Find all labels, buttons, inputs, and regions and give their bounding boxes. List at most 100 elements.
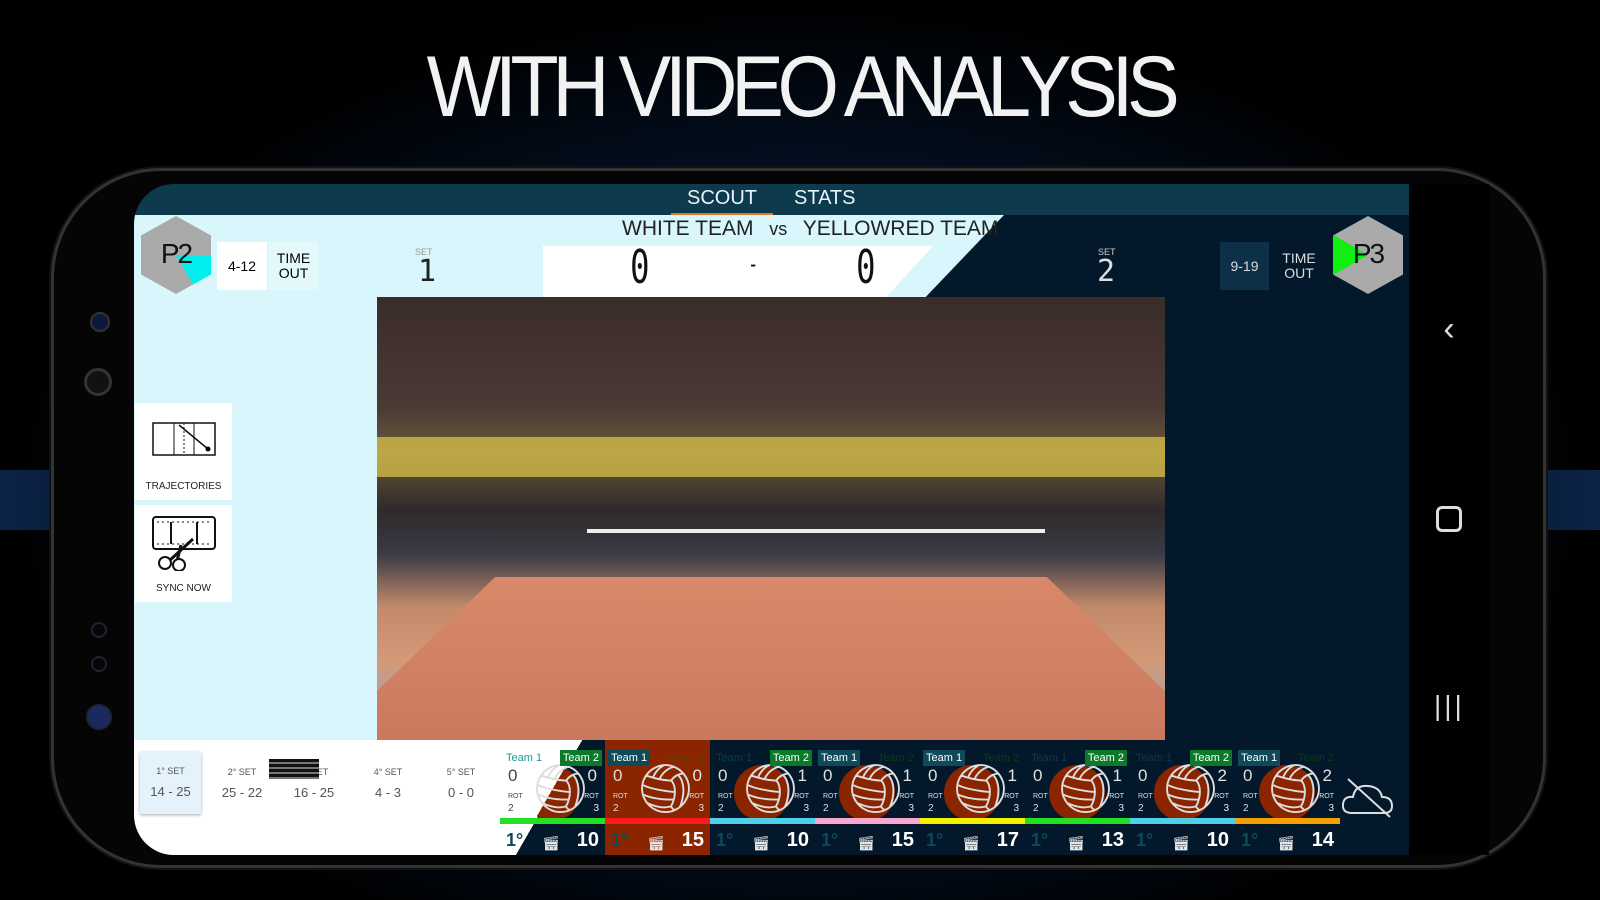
rally-card[interactable]: 🏐︎ Team 1 Team 2 0 1 ROT ROT 2 3 1° 🎬︎ 1… — [815, 740, 920, 855]
team1-rotation: 2 — [1033, 803, 1039, 814]
team2-score: 1 — [1007, 766, 1017, 785]
tab-scout[interactable]: SCOUT — [671, 187, 773, 217]
set-score: 14 - 25 — [150, 784, 191, 799]
left-timeout-button[interactable]: TIME OUT — [269, 242, 318, 290]
team1-tag[interactable]: Team 1 — [608, 750, 651, 766]
team1-rotation: 2 — [823, 803, 829, 814]
team1-rotation: 2 — [1243, 803, 1249, 814]
sensor-icon — [91, 622, 107, 638]
set-label: 1° SET — [156, 766, 185, 776]
team2-score: 1 — [902, 766, 912, 785]
set-5[interactable]: 5° SET 0 - 0 — [426, 767, 496, 800]
set-2[interactable]: 2° SET 25 - 22 — [207, 767, 277, 800]
team1-score: 0 — [1033, 766, 1043, 785]
right-timeout-button[interactable]: TIME OUT — [1274, 242, 1324, 290]
team2-tag[interactable]: Team 2 — [665, 750, 707, 766]
bottom-strip: 1° SET14 - 25 2° SET25 - 22 3° SET16 - 2… — [134, 740, 1409, 855]
rot-label: ROT — [613, 793, 628, 800]
cloud-off-icon[interactable] — [1340, 775, 1396, 819]
card-color-bar — [1025, 818, 1130, 824]
rot-label: ROT — [689, 793, 704, 800]
scissors-film-icon — [151, 516, 216, 572]
match-video[interactable] — [377, 297, 1165, 740]
card-color-bar — [710, 818, 815, 824]
set-4[interactable]: 4° SET 4 - 3 — [353, 767, 423, 800]
rally-points: 17 — [996, 829, 1019, 851]
team2-score: 1 — [797, 766, 807, 785]
team1-tag[interactable]: Team 1 — [1238, 750, 1281, 766]
team1-score: 0 — [718, 766, 728, 785]
tab-stats[interactable]: STATS — [794, 187, 855, 210]
team2-tag[interactable]: Team 2 — [1295, 750, 1337, 766]
rot-label: ROT — [1033, 793, 1048, 800]
team1-tag[interactable]: Team 1 — [1028, 750, 1070, 766]
rally-card[interactable]: 🏐︎ Team 1 Team 2 0 2 ROT ROT 2 3 1° 🎬︎ 1… — [1235, 740, 1340, 855]
team1-tag[interactable]: Team 1 — [503, 750, 545, 766]
clapperboard-icon[interactable]: 🎬︎ — [542, 835, 560, 852]
right-partial-score: 9-19 — [1220, 242, 1269, 290]
set-score: 25 - 22 — [221, 785, 263, 800]
rot-label: ROT — [1004, 793, 1019, 800]
back-icon[interactable]: ‹ — [1434, 310, 1464, 349]
right-rotation-badge[interactable]: P3 — [1333, 216, 1403, 294]
team2-rotation: 3 — [1118, 803, 1124, 814]
team1-rotation: 2 — [928, 803, 934, 814]
clapperboard-icon[interactable]: 🎬︎ — [1277, 835, 1295, 852]
team1-tag[interactable]: Team 1 — [923, 750, 966, 766]
video-court — [377, 577, 1165, 740]
team2-tag[interactable]: Team 2 — [1189, 750, 1232, 766]
team2-tag[interactable]: Team 2 — [559, 750, 602, 766]
sync-now-button[interactable]: SYNC NOW — [135, 505, 232, 602]
rot-label: ROT — [899, 793, 914, 800]
clapperboard-icon[interactable]: 🎬︎ — [752, 835, 770, 852]
glitch-bar — [269, 759, 319, 779]
rally-card[interactable]: 🏐︎ Team 1 Team 2 0 1 ROT ROT 2 3 1° 🎬︎ 1… — [920, 740, 1025, 855]
team2-tag[interactable]: Team 2 — [1084, 750, 1127, 766]
team2-score: 2 — [1217, 766, 1227, 785]
card-color-bar — [1235, 818, 1340, 824]
set-label: 4° SET — [373, 767, 403, 777]
team1-tag[interactable]: Team 1 — [1133, 750, 1175, 766]
team1-score: 0 — [613, 766, 623, 785]
team2-tag[interactable]: Team 2 — [769, 750, 812, 766]
clapperboard-icon[interactable]: 🎬︎ — [962, 835, 980, 852]
set-label: 2° SET — [227, 767, 257, 777]
rot-label: ROT — [1319, 793, 1334, 800]
right-position-label: P3 — [1352, 238, 1385, 269]
rally-card[interactable]: 🏐︎ Team 1 Team 2 0 1 ROT ROT 2 3 1° 🎬︎ 1… — [1025, 740, 1130, 855]
rot-label: ROT — [508, 793, 523, 800]
team1-tag[interactable]: Team 1 — [818, 750, 861, 766]
team2-score: 1 — [1112, 766, 1122, 785]
set-order: 1° — [926, 830, 944, 850]
clapperboard-icon[interactable]: 🎬︎ — [857, 835, 875, 852]
card-color-bar — [815, 818, 920, 824]
clapperboard-icon[interactable]: 🎬︎ — [1172, 835, 1190, 852]
camera-icon — [90, 312, 110, 332]
player-icon: 🏐︎ — [1055, 763, 1116, 816]
rally-card[interactable]: 🏐︎ Team 1 Team 2 0 2 ROT ROT 2 3 1° 🎬︎ 1… — [1130, 740, 1235, 855]
card-color-bar — [920, 818, 1025, 824]
clapperboard-icon[interactable]: 🎬︎ — [647, 835, 665, 852]
away-score: 0 — [856, 240, 876, 294]
recents-icon[interactable]: ||| — [1434, 690, 1464, 722]
team2-tag[interactable]: Team 2 — [875, 750, 917, 766]
rally-card[interactable]: 🏐︎ Team 1 Team 2 0 0 ROT ROT 2 3 1° 🎬︎ 1… — [605, 740, 710, 855]
team1-score: 0 — [823, 766, 833, 785]
home-icon[interactable] — [1434, 500, 1464, 538]
rot-label: ROT — [1109, 793, 1124, 800]
rally-points: 15 — [891, 829, 914, 851]
card-color-bar — [500, 818, 605, 824]
team2-tag[interactable]: Team 2 — [980, 750, 1022, 766]
player-icon: 🏐︎ — [740, 763, 801, 816]
clapperboard-icon[interactable]: 🎬︎ — [1067, 835, 1085, 852]
home-score: 0 — [630, 240, 650, 294]
match-teams: WHITE TEAM vs YELLOWRED TEAM — [622, 217, 998, 241]
rally-card[interactable]: 🏐︎ Team 1 Team 2 0 0 ROT ROT 2 3 1° 🎬︎ 1… — [500, 740, 605, 855]
trajectories-button[interactable]: TRAJECTORIES — [135, 403, 232, 500]
rally-card[interactable]: 🏐︎ Team 1 Team 2 0 1 ROT ROT 2 3 1° 🎬︎ 1… — [710, 740, 815, 855]
set-1[interactable]: 1° SET 14 - 25 — [140, 752, 201, 814]
set-score: 16 - 25 — [293, 785, 335, 800]
left-partial-score: 4-12 — [217, 242, 267, 290]
team1-tag[interactable]: Team 1 — [713, 750, 755, 766]
sensor-icon — [91, 656, 107, 672]
